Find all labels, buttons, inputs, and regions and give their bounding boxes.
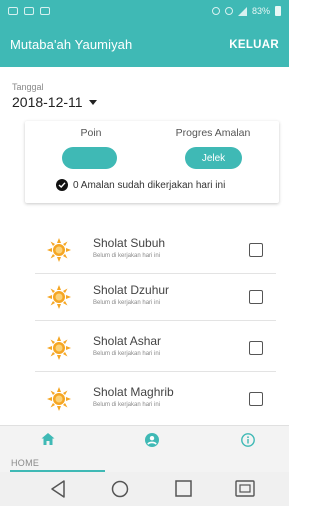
date-value: 2018-12-11 (12, 94, 83, 110)
task-name: Sholat Maghrib (93, 385, 174, 399)
task-status: Belum di kerjakan hari ini (93, 351, 161, 357)
sun-icon (47, 387, 71, 411)
nav-info[interactable] (200, 426, 296, 473)
task-name: Sholat Dzuhur (93, 283, 170, 297)
date-label: Tanggal (12, 82, 44, 92)
task-status: Belum di kerjakan hari ini (93, 253, 161, 259)
task-checkbox[interactable] (249, 392, 263, 406)
sun-icon (47, 285, 71, 309)
nav-home-label: HOME (11, 458, 40, 468)
screen-rotate-icon[interactable] (235, 480, 255, 497)
progres-label: Progres Amalan (175, 127, 251, 139)
task-item-dzuhur[interactable]: Sholat Dzuhur Belum di kerjakan hari ini (35, 275, 276, 321)
check-circle-icon (56, 179, 68, 191)
nav-profile[interactable] (104, 426, 200, 473)
notification-icon (8, 7, 18, 15)
notification-icon (24, 7, 34, 15)
task-status: Belum di kerjakan hari ini (93, 300, 161, 306)
progres-badge: Jelek (185, 147, 242, 169)
message-icon (40, 7, 50, 15)
done-text: 0 Amalan sudah dikerjakan hari ini (73, 179, 226, 191)
poin-label: Poin (80, 127, 102, 139)
alarm-icon (211, 7, 220, 15)
task-name: Sholat Subuh (93, 236, 166, 250)
back-icon[interactable] (50, 480, 66, 498)
sun-icon (47, 336, 71, 360)
dropdown-arrow-icon (88, 100, 97, 105)
info-icon (241, 433, 255, 447)
system-nav-bar (0, 472, 289, 506)
task-item-maghrib[interactable]: Sholat Maghrib Belum di kerjakan hari in… (35, 377, 276, 423)
summary-card: Poin Progres Amalan Jelek 0 Amalan sudah… (25, 121, 279, 203)
bottom-nav: HOME (0, 425, 289, 472)
battery-icon (275, 6, 281, 16)
task-checkbox[interactable] (249, 341, 263, 355)
task-name: Sholat Ashar (93, 334, 162, 348)
task-checkbox[interactable] (249, 290, 263, 304)
signal-icon (237, 6, 247, 16)
task-item-subuh[interactable]: Sholat Subuh Belum di kerjakan hari ini (35, 228, 276, 274)
poin-badge (62, 147, 117, 169)
home-icon (41, 433, 55, 445)
task-item-ashar[interactable]: Sholat Ashar Belum di kerjakan hari ini (35, 326, 276, 372)
sun-icon (47, 238, 71, 262)
nav-home[interactable]: HOME (0, 426, 96, 473)
task-checkbox[interactable] (249, 243, 263, 257)
recents-icon[interactable] (175, 480, 192, 497)
home-circle-icon[interactable] (111, 480, 129, 498)
app-title: Mutaba'ah Yaumiyah (10, 37, 133, 52)
profile-icon (145, 433, 159, 447)
done-summary: 0 Amalan sudah dikerjakan hari ini (56, 179, 225, 191)
status-bar: 83% (0, 0, 289, 22)
wifi-icon (224, 7, 233, 15)
logout-button[interactable]: KELUAR (229, 39, 279, 51)
app-bar: Mutaba'ah Yaumiyah KELUAR (0, 22, 289, 67)
task-status: Belum di kerjakan hari ini (93, 402, 161, 408)
battery-percent: 83% (251, 6, 270, 16)
date-picker[interactable]: 2018-12-11 (12, 94, 97, 110)
